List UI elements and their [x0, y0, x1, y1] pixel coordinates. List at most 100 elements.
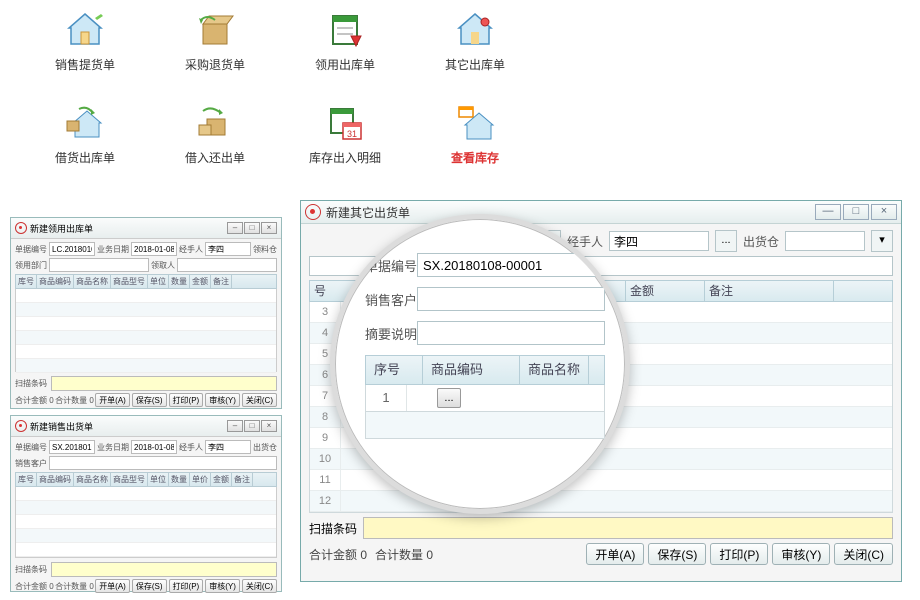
doc-no[interactable] [49, 440, 95, 454]
scan-input[interactable] [51, 562, 277, 577]
open-button[interactable]: 开单(A) [586, 543, 644, 565]
sum-qty: 合计数量 0 [55, 395, 94, 406]
col-code: 商品编码 [423, 356, 520, 384]
mini-table-header: 库号商品编码商品名称商品型号单位数量单价金额备注 [15, 472, 277, 487]
cust-label: 销售客户 [15, 458, 47, 469]
lens-doc-label: 单据编号 [365, 256, 417, 275]
date-input[interactable] [131, 242, 177, 256]
max-btn[interactable]: □ [244, 420, 260, 432]
mini-titlebar[interactable]: 新建领用出库单 –□× [11, 218, 281, 239]
mini-table-body [15, 487, 277, 558]
icon-label: 其它出库单 [410, 56, 540, 73]
close-btn[interactable]: × [261, 222, 277, 234]
icon-label: 采购退货单 [150, 56, 280, 73]
scan-input[interactable] [51, 376, 277, 391]
house3-icon [61, 103, 109, 143]
audit-button[interactable]: 审核(Y) [772, 543, 830, 565]
mini-btn[interactable]: 保存(S) [132, 393, 167, 407]
desktop-icon-house4[interactable]: 查看库存 [410, 103, 540, 166]
desktop-icon-sheet[interactable]: 领用出库单 [280, 10, 410, 73]
dept-input[interactable] [49, 258, 149, 272]
desktop-icon-house2[interactable]: 其它出库单 [410, 10, 540, 73]
mini-btn[interactable]: 审核(Y) [205, 393, 240, 407]
box-icon [191, 10, 239, 50]
mini-btn[interactable]: 关闭(C) [242, 393, 277, 407]
col-seq: 序号 [366, 356, 423, 384]
box2-icon [191, 103, 239, 143]
sum-amt: 合计金额 0 [15, 581, 54, 592]
desktop-icon-box[interactable]: 采购退货单 [150, 10, 280, 73]
scan-label: 扫描条码 [15, 564, 47, 575]
lens-note-label: 摘要说明 [365, 324, 417, 343]
mini-window-lingyong: 新建领用出库单 –□× 单据编号 业务日期 经手人 领料仓 领用部门 领取人 库… [10, 217, 282, 409]
ellipsis-button[interactable]: ... [437, 388, 461, 408]
icon-label: 领用出库单 [280, 56, 410, 73]
save-button[interactable]: 保存(S) [648, 543, 706, 565]
doc-no[interactable] [49, 242, 95, 256]
date-label: 业务日期 [97, 244, 129, 255]
handler-input[interactable] [609, 231, 709, 251]
title-text: 新建其它出货单 [326, 204, 410, 221]
house4-icon [451, 103, 499, 143]
lens-row-2[interactable] [365, 412, 605, 439]
minimize-button[interactable]: — [815, 204, 841, 220]
lens-doc-no[interactable] [417, 253, 605, 277]
lens-cust-label: 销售客户 [365, 290, 417, 309]
min-btn[interactable]: – [227, 222, 243, 234]
handler-label: 经手人 [179, 244, 203, 255]
lens-table-header: 序号 商品编码 商品名称 [365, 355, 605, 385]
desktop-icon-box2[interactable]: 借入还出单 [150, 103, 280, 166]
mini-window-xiaoshou: 新建销售出货单 –□× 单据编号 业务日期 经手人 出货仓 销售客户 库号商品编… [10, 415, 282, 592]
cust-input[interactable] [49, 456, 277, 470]
pick-input[interactable] [177, 258, 277, 272]
row-num: 1 [366, 385, 407, 411]
mini-btn[interactable]: 开单(A) [95, 393, 130, 407]
house2-icon [451, 10, 499, 50]
mini-btn[interactable]: 审核(Y) [205, 579, 240, 593]
cal-icon: 31 [321, 103, 369, 143]
app-icon [305, 204, 321, 220]
date-label: 业务日期 [97, 442, 129, 453]
close-button[interactable]: 关闭(C) [834, 543, 893, 565]
handler-picker[interactable]: ... [715, 230, 737, 252]
close-btn[interactable]: × [261, 420, 277, 432]
min-btn[interactable]: – [227, 420, 243, 432]
handler-input[interactable] [205, 242, 251, 256]
titlebar[interactable]: 新建其它出货单 — □ × [301, 201, 901, 224]
mini-btn[interactable]: 开单(A) [95, 579, 130, 593]
lens-note-input[interactable] [417, 321, 605, 345]
warehouse-label: 出货仓 [743, 233, 779, 250]
mini-btn[interactable]: 打印(P) [169, 393, 204, 407]
sum-qty: 合计数量 0 [55, 581, 94, 592]
sum-amount: 合计金额 0 [309, 546, 367, 563]
mini-btn[interactable]: 保存(S) [132, 579, 167, 593]
mini-titlebar[interactable]: 新建销售出货单 –□× [11, 416, 281, 437]
handler-label: 经手人 [179, 442, 203, 453]
app-icon [15, 420, 27, 432]
wh-label: 领料仓 [253, 244, 277, 255]
scan-barcode-input[interactable] [363, 517, 893, 539]
maximize-button[interactable]: □ [843, 204, 869, 220]
app-icon [15, 222, 27, 234]
icon-label: 借货出库单 [20, 149, 150, 166]
date-input[interactable] [131, 440, 177, 454]
handler-input[interactable] [205, 440, 251, 454]
mini-btn[interactable]: 打印(P) [169, 579, 204, 593]
mini-btn[interactable]: 关闭(C) [242, 579, 277, 593]
print-button[interactable]: 打印(P) [710, 543, 768, 565]
magnifier-lens: 单据编号 销售客户 摘要说明 序号 商品编码 商品名称 1 ... [330, 214, 630, 514]
mini-title-text: 新建领用出库单 [30, 222, 93, 235]
warehouse-dropdown[interactable]: ▾ [871, 230, 893, 252]
mini-title-text: 新建销售出货单 [30, 420, 93, 433]
desktop-icon-house[interactable]: 销售提货单 [20, 10, 150, 73]
sum-qty: 合计数量 0 [375, 546, 433, 563]
dept-label: 领用部门 [15, 260, 47, 271]
close-button[interactable]: × [871, 204, 897, 220]
desktop-icon-cal[interactable]: 31库存出入明细 [280, 103, 410, 166]
lens-cust-input[interactable] [417, 287, 605, 311]
desktop-icon-house3[interactable]: 借货出库单 [20, 103, 150, 166]
lens-row-1[interactable]: 1 ... [365, 385, 605, 412]
icon-label: 借入还出单 [150, 149, 280, 166]
warehouse-input[interactable] [785, 231, 865, 251]
max-btn[interactable]: □ [244, 222, 260, 234]
